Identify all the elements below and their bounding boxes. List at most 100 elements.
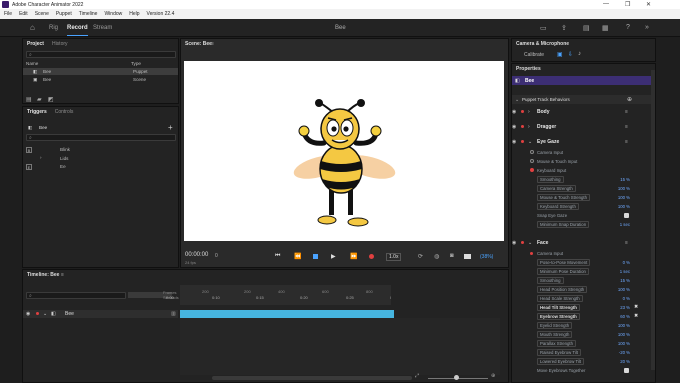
project-item-puppet[interactable]: ◧ Bee Puppet: [23, 68, 178, 75]
param-value[interactable]: 0 %: [614, 296, 630, 301]
eye-icon[interactable]: ◉: [512, 109, 516, 115]
param-value[interactable]: -20 %: [614, 350, 630, 355]
eye-gaze-input-keyboard[interactable]: Keyboard Input: [537, 168, 566, 173]
chevron-down-icon[interactable]: ⌄: [528, 139, 532, 145]
project-search-input[interactable]: ⌕: [26, 51, 176, 58]
tab-history[interactable]: History: [52, 41, 68, 47]
camera-icon[interactable]: ◙: [450, 253, 454, 259]
zoom-slider-handle[interactable]: [454, 375, 459, 380]
new-scene-icon[interactable]: ▤: [26, 96, 32, 103]
eye-gaze-input-camera[interactable]: Camera Input: [537, 150, 563, 155]
minimize-icon[interactable]: —: [603, 1, 609, 7]
go-to-start-icon[interactable]: ⏮: [275, 253, 280, 260]
add-behavior-icon[interactable]: ⊕: [627, 96, 632, 103]
param-value[interactable]: 100 %: [614, 332, 630, 337]
behavior-menu-icon[interactable]: ≡: [625, 124, 628, 130]
chevron-down-icon[interactable]: ⌄: [528, 240, 532, 246]
param-value[interactable]: 60 %: [614, 314, 630, 319]
menu-timeline[interactable]: Timeline: [79, 11, 98, 17]
refresh-icon[interactable]: ⟳: [418, 253, 423, 260]
keyboard-input-radio[interactable]: [530, 168, 534, 172]
remove-param-icon[interactable]: ✖: [634, 304, 638, 310]
param-value[interactable]: 23 %: [614, 305, 630, 310]
camera-input-radio[interactable]: [530, 150, 534, 154]
help-icon[interactable]: ?: [626, 24, 630, 31]
trigger-key[interactable]: E: [26, 164, 32, 170]
tab-triggers[interactable]: Triggers: [27, 109, 47, 115]
behavior-body[interactable]: Body: [537, 109, 550, 115]
tab-controls[interactable]: Controls: [55, 109, 74, 115]
param-value[interactable]: 100 %: [614, 195, 630, 200]
behavior-face[interactable]: Face: [537, 240, 548, 246]
arm-icon[interactable]: [521, 110, 524, 113]
panel-menu-icon[interactable]: ≡: [61, 272, 64, 278]
menu-help[interactable]: Help: [129, 11, 139, 17]
behavior-menu-icon[interactable]: ≡: [625, 240, 628, 246]
param-value[interactable]: 1 sec: [614, 222, 630, 227]
properties-puppet-row[interactable]: ◧ Bee: [512, 76, 653, 85]
workspace-icon[interactable]: ▤: [583, 24, 590, 32]
behavior-menu-icon[interactable]: ≡: [625, 109, 628, 115]
timecode[interactable]: 00:00:00: [185, 252, 208, 258]
arm-record-icon[interactable]: [36, 312, 39, 315]
panel-menu-icon[interactable]: ≡: [211, 41, 214, 47]
eye-gaze-input-mouse[interactable]: Mouse & Touch Input: [537, 159, 577, 164]
param-value[interactable]: 1 sec: [614, 269, 630, 274]
param-value[interactable]: 0 %: [614, 260, 630, 265]
zoom-in-icon[interactable]: ⊕: [491, 373, 495, 379]
param-value[interactable]: 20 %: [614, 359, 630, 364]
menu-edit[interactable]: Edit: [19, 11, 28, 17]
calibrate-button[interactable]: Calibrate: [524, 52, 544, 58]
stop-icon[interactable]: [313, 254, 318, 259]
blend-icon[interactable]: ◍: [434, 253, 439, 260]
param-value[interactable]: 15 %: [614, 177, 630, 182]
param-value[interactable]: 100 %: [614, 186, 630, 191]
timeline-track-bar[interactable]: [180, 310, 394, 318]
remove-param-icon[interactable]: ✖: [634, 313, 638, 319]
properties-scrollbar[interactable]: [651, 70, 655, 370]
move-eyebrows-together-checkbox[interactable]: [624, 368, 629, 373]
track-header-bee[interactable]: ◉ ⌄ ◧ Bee ▥: [23, 310, 178, 318]
folder-icon[interactable]: ▦: [602, 24, 609, 32]
behavior-eye-gaze[interactable]: Eye Gaze: [537, 139, 559, 145]
tab-stream[interactable]: Stream: [93, 25, 112, 31]
screen-icon[interactable]: ▭: [540, 24, 547, 32]
horizontal-scrollbar[interactable]: [212, 376, 412, 380]
microphone-icon[interactable]: ♪: [578, 51, 581, 57]
background-color-icon[interactable]: [464, 254, 471, 259]
eye-icon[interactable]: ◉: [512, 124, 516, 130]
more-icon[interactable]: »: [645, 24, 649, 31]
behaviors-group-header[interactable]: ⌄ Puppet Track Behaviors ⊕: [512, 95, 653, 104]
trigger-blink[interactable]: Blink: [60, 147, 70, 152]
fit-icon[interactable]: ⤢: [415, 373, 419, 379]
bee-puppet[interactable]: [184, 61, 504, 241]
chevron-down-icon[interactable]: ⌄: [43, 311, 47, 317]
param-value[interactable]: 100 %: [614, 341, 630, 346]
play-icon[interactable]: ▶: [331, 253, 336, 260]
menu-file[interactable]: File: [4, 11, 12, 17]
chevron-down-icon[interactable]: ⌄: [515, 97, 519, 103]
set-rest-pose-icon[interactable]: ⇩: [568, 51, 573, 58]
record-icon[interactable]: [369, 254, 374, 259]
timeline-tab[interactable]: Timeline: Bee: [27, 272, 59, 278]
project-item-scene[interactable]: ▣ Bee Scene: [23, 76, 178, 83]
timeline-search-input[interactable]: ⌕: [26, 292, 126, 299]
camera-toggle-icon[interactable]: ▣: [557, 51, 563, 58]
share-icon[interactable]: ⇪: [561, 24, 567, 32]
eye-icon[interactable]: ◉: [26, 311, 30, 317]
trigger-ee[interactable]: Ee: [60, 164, 66, 169]
behavior-dragger[interactable]: Dragger: [537, 124, 556, 130]
arm-icon[interactable]: [521, 140, 524, 143]
step-back-icon[interactable]: ⏪: [294, 253, 301, 260]
scene-stage[interactable]: [184, 61, 504, 241]
mouse-input-radio[interactable]: [530, 159, 534, 163]
maximize-icon[interactable]: ❐: [625, 1, 630, 8]
snap-eye-gaze-checkbox[interactable]: [624, 213, 629, 218]
menu-scene[interactable]: Scene: [35, 11, 49, 17]
param-value[interactable]: 15 %: [614, 278, 630, 283]
new-folder-icon[interactable]: ▰: [37, 96, 42, 103]
behavior-menu-icon[interactable]: ≡: [625, 139, 628, 145]
tab-record[interactable]: Record: [67, 25, 88, 36]
param-value[interactable]: 100 %: [614, 323, 630, 328]
tab-rig[interactable]: Rig: [49, 25, 58, 31]
